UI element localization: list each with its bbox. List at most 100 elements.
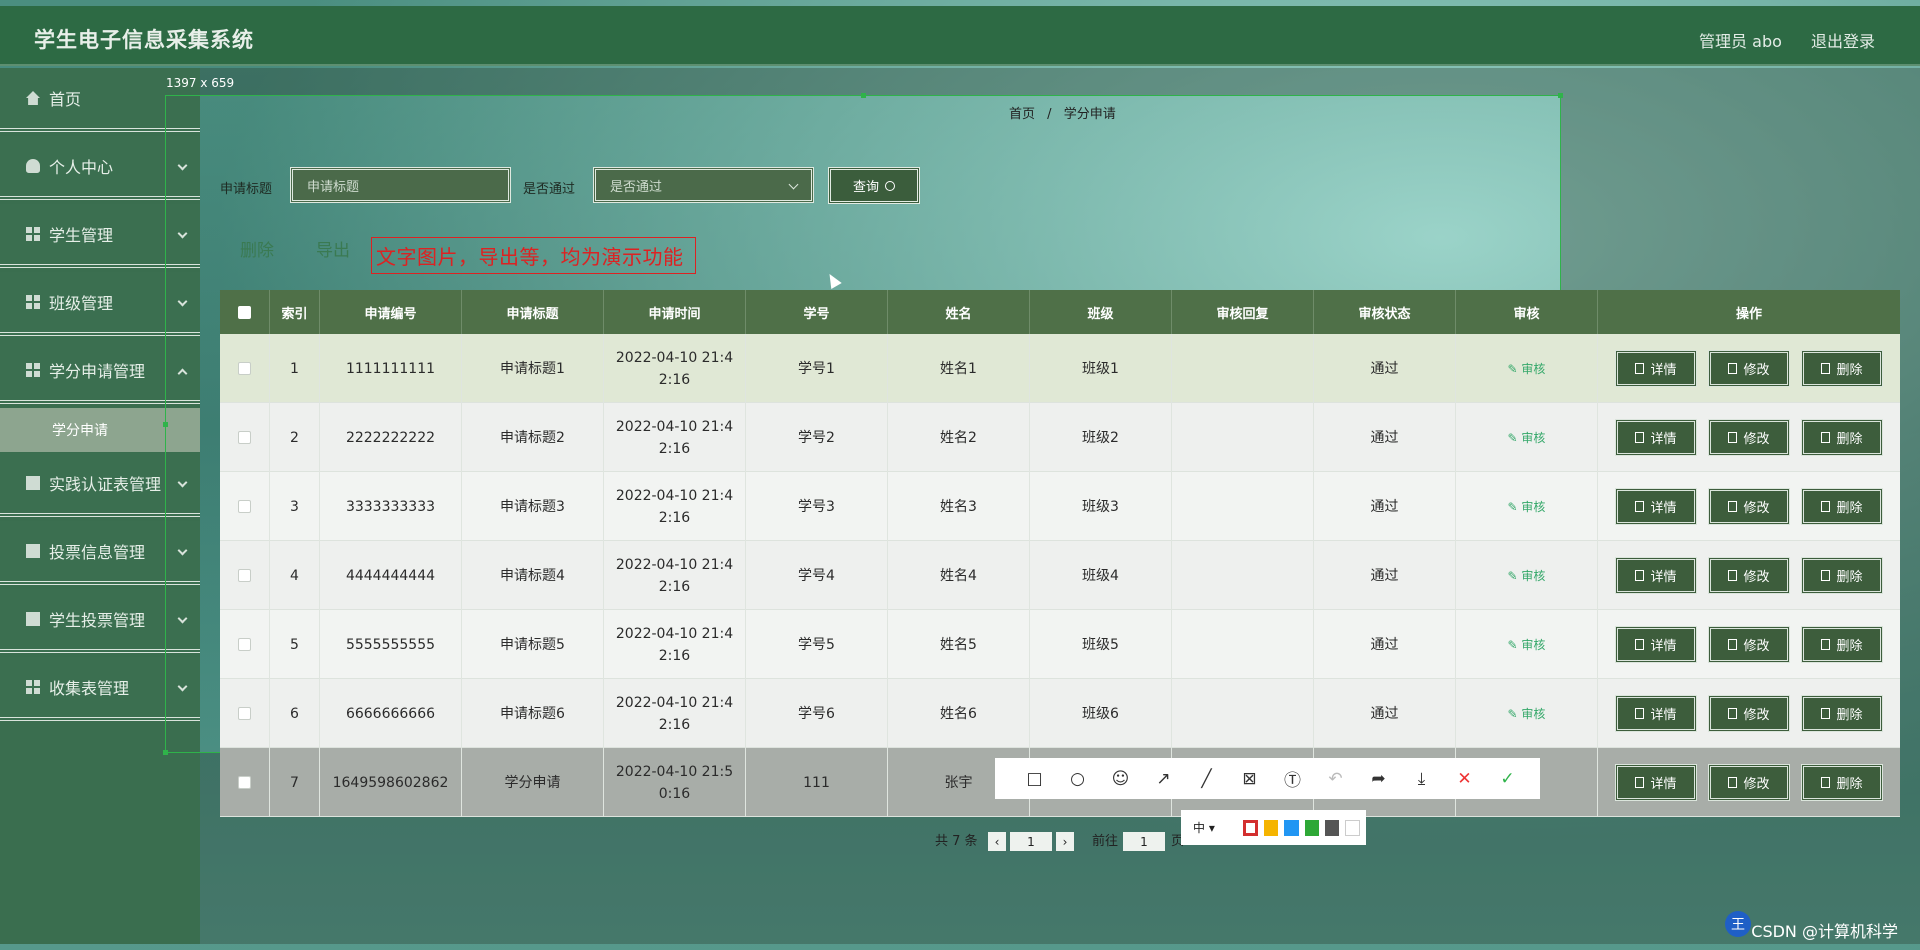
edit-row-button[interactable]: 修改 (1708, 695, 1790, 732)
col-header-status[interactable]: 审核状态 (1314, 290, 1456, 334)
mosaic-tool-icon[interactable]: ⊠ (1228, 758, 1271, 799)
cell-time-text: 2022-04-10 21:4 2:16 (615, 556, 734, 595)
next-page-button[interactable]: › (1056, 832, 1074, 851)
table-row: 1 1111111111 申请标题1 2022-04-10 21:4 2:16 学号1 姓… (220, 334, 1900, 403)
cell-sid: 学号3 (746, 472, 888, 541)
col-header-no[interactable]: 申请编号 (320, 290, 462, 334)
col-header-class[interactable]: 班级 (1030, 290, 1172, 334)
audit-link[interactable]: ✎ 审核 (1508, 565, 1546, 587)
col-header-name[interactable]: 姓名 (888, 290, 1030, 334)
pagination-current-page[interactable]: 1 (1010, 832, 1052, 851)
detail-row-button[interactable]: 详情 (1615, 488, 1697, 525)
color-swatch-red[interactable] (1242, 819, 1258, 836)
delete-row-button[interactable]: 删除 (1801, 695, 1883, 732)
color-swatch-white[interactable] (1345, 819, 1360, 836)
edit-row-button[interactable]: 修改 (1708, 350, 1790, 387)
ellipse-tool-icon[interactable]: ○ (1056, 758, 1099, 799)
line-tool-icon[interactable]: ╱ (1185, 758, 1228, 799)
delete-row-button[interactable]: 删除 (1801, 350, 1883, 387)
emoji-tool-icon[interactable]: ☺ (1099, 758, 1142, 799)
audit-link[interactable]: ✎ 审核 (1508, 634, 1546, 656)
cell-sid: 学号5 (746, 610, 888, 679)
pencil-icon (1728, 777, 1738, 788)
text-tool-icon[interactable]: Ⓣ (1271, 758, 1314, 799)
delete-row-button[interactable]: 删除 (1801, 557, 1883, 594)
edit-row-button[interactable]: 修改 (1708, 626, 1790, 663)
selection-handle[interactable] (861, 93, 866, 98)
detail-row-button[interactable]: 详情 (1615, 626, 1697, 663)
trash-icon (1821, 363, 1831, 374)
cell-class: 班级2 (1030, 403, 1172, 472)
rectangle-tool-icon[interactable]: □ (1013, 758, 1056, 799)
font-size-select[interactable]: 中 ▾ (1193, 819, 1243, 836)
color-swatch-yellow[interactable] (1263, 819, 1279, 836)
select-all-checkbox[interactable] (238, 305, 251, 319)
logout-link[interactable]: 退出登录 (1811, 32, 1875, 51)
cell-sid: 学号2 (746, 403, 888, 472)
color-swatch-blue[interactable] (1284, 819, 1299, 836)
sidebar-item-label: 学分申请管理 (49, 362, 146, 381)
row-checkbox[interactable] (238, 776, 251, 789)
cell-idx: 6 (270, 679, 320, 748)
briefcase-icon (26, 476, 40, 490)
col-header-title[interactable]: 申请标题 (462, 290, 604, 334)
color-swatch-gray[interactable] (1324, 819, 1340, 836)
detail-row-button[interactable]: 详情 (1615, 350, 1697, 387)
confirm-icon[interactable]: ✓ (1486, 758, 1529, 799)
delete-row-button[interactable]: 删除 (1801, 764, 1883, 801)
pass-status-select[interactable]: 是否通过 (593, 167, 814, 203)
col-header-time[interactable]: 申请时间 (604, 290, 746, 334)
query-button[interactable]: 查询 (828, 167, 920, 204)
col-header-index[interactable]: 索引 (270, 290, 320, 334)
cell-class: 班级5 (1030, 610, 1172, 679)
row-checkbox[interactable] (238, 431, 251, 444)
pagination-goto-input[interactable]: 1 (1123, 832, 1165, 851)
cell-idx-text: 3 (290, 498, 299, 515)
detail-row-button[interactable]: 详情 (1615, 557, 1697, 594)
cell-class-text: 班级3 (1082, 498, 1119, 515)
download-icon[interactable]: ⤓ (1400, 758, 1443, 799)
export-button[interactable]: 导出 (316, 236, 350, 261)
row-checkbox[interactable] (238, 500, 251, 513)
row-checkbox[interactable] (238, 569, 251, 582)
cell-no-text: 2222222222 (345, 429, 436, 446)
audit-link[interactable]: ✎ 审核 (1508, 427, 1546, 449)
arrow-tool-icon[interactable]: ↗ (1142, 758, 1185, 799)
row-checkbox[interactable] (238, 707, 251, 720)
delete-row-button[interactable]: 删除 (1801, 488, 1883, 525)
detail-row-button[interactable]: 详情 (1615, 764, 1697, 801)
delete-row-button[interactable]: 删除 (1801, 626, 1883, 663)
cell-sid: 111 (746, 748, 888, 817)
cell-idx: 4 (270, 541, 320, 610)
title-search-placeholder: 申请标题 (307, 179, 360, 195)
col-header-reply[interactable]: 审核回复 (1172, 290, 1314, 334)
color-swatch-green[interactable] (1304, 819, 1319, 836)
selection-handle[interactable] (1558, 93, 1563, 98)
delete-row-button[interactable]: 删除 (1801, 419, 1883, 456)
share-icon[interactable]: ➦ (1357, 758, 1400, 799)
close-icon[interactable]: ✕ (1443, 758, 1486, 799)
breadcrumb-home[interactable]: 首页 (1009, 107, 1035, 122)
col-header-student-id[interactable]: 学号 (746, 290, 888, 334)
document-icon (1635, 501, 1645, 512)
edit-row-button[interactable]: 修改 (1708, 419, 1790, 456)
edit-row-button[interactable]: 修改 (1708, 557, 1790, 594)
audit-link[interactable]: ✎ 审核 (1508, 703, 1546, 725)
delete-button[interactable]: 删除 (240, 236, 274, 261)
detail-row-button[interactable]: 详情 (1615, 419, 1697, 456)
edit-row-button[interactable]: 修改 (1708, 764, 1790, 801)
prev-page-button[interactable]: ‹ (988, 832, 1006, 851)
cell-idx: 3 (270, 472, 320, 541)
cell-no: 1649598602862 (320, 748, 462, 817)
checkbox-icon (26, 544, 40, 558)
row-checkbox[interactable] (238, 362, 251, 375)
detail-row-button[interactable]: 详情 (1615, 695, 1697, 732)
title-search-input[interactable]: 申请标题 (290, 167, 511, 203)
selection-handle[interactable] (163, 422, 168, 427)
row-checkbox[interactable] (238, 638, 251, 651)
selection-handle[interactable] (163, 750, 168, 755)
edit-row-button[interactable]: 修改 (1708, 488, 1790, 525)
audit-link[interactable]: ✎ 审核 (1508, 496, 1546, 518)
audit-link[interactable]: ✎ 审核 (1508, 358, 1546, 380)
undo-icon[interactable]: ↶ (1314, 758, 1357, 799)
